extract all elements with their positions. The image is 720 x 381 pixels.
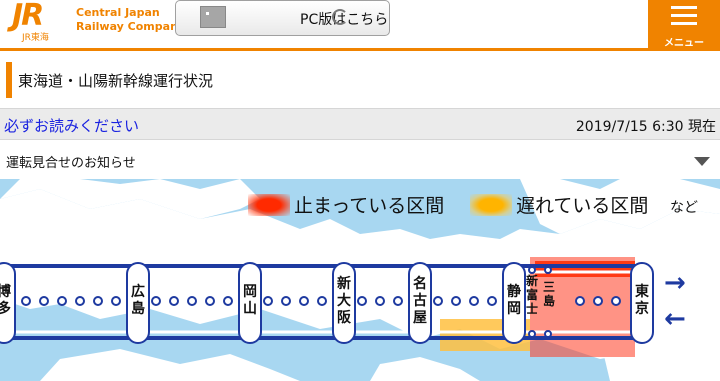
page-title-text: 東海道・山陽新幹線運行状況 xyxy=(18,72,214,90)
company-name: Central Japan Railway Company xyxy=(76,6,185,34)
station-label-shizuoka: 静岡 xyxy=(507,284,521,317)
read-first-link[interactable]: 必ずお読みください xyxy=(4,115,139,136)
delayed-legend-swatch xyxy=(470,194,512,216)
section-title: 運転見合せのお知らせ xyxy=(6,156,136,171)
station-shin-fuji[interactable]: 新富士 xyxy=(523,268,541,338)
outbound-arrow-icon: → xyxy=(664,268,686,298)
station-nagoya[interactable]: 名古屋 xyxy=(408,262,432,344)
company-name-line2: Railway Company xyxy=(76,20,186,33)
station-tokyo[interactable]: 東京 xyxy=(630,262,654,344)
station-hakata[interactable]: 博多 xyxy=(0,262,16,344)
station-label-tokyo: 東京 xyxy=(635,284,649,317)
station-mishima[interactable]: 三島 xyxy=(540,268,558,338)
chevron-down-icon[interactable] xyxy=(694,157,710,166)
title-accent-bar xyxy=(6,62,12,98)
hamburger-icon-bar xyxy=(671,14,697,17)
page-title: 東海道・山陽新幹線運行状況 xyxy=(0,62,720,98)
station-label-nagoya: 名古屋 xyxy=(413,276,427,326)
station-label-shin-osaka: 新大阪 xyxy=(337,276,351,326)
stopped-legend-swatch xyxy=(248,194,290,216)
delayed-legend-label: 遅れている区間 xyxy=(516,195,649,217)
header-divider xyxy=(0,48,720,51)
stopped-legend-label: 止まっている区間 xyxy=(294,195,445,217)
menu-button[interactable]: メニュー xyxy=(648,0,720,51)
pc-version-button[interactable]: PC版はこちら xyxy=(175,0,390,36)
station-label-hiroshima: 広島 xyxy=(131,284,145,317)
menu-label: メニュー xyxy=(664,38,704,49)
logo-subtext: JR東海 xyxy=(22,33,49,43)
station-label-mishima: 三島 xyxy=(542,280,555,308)
station-hiroshima[interactable]: 広島 xyxy=(126,262,150,344)
loading-spinner-icon xyxy=(332,9,348,25)
site-header: JR JR東海 Central Japan Railway Company PC… xyxy=(0,0,720,51)
jr-central-logo[interactable]: JR JR東海 xyxy=(10,0,60,43)
station-label-okayama: 岡山 xyxy=(243,284,257,317)
pc-icon xyxy=(200,6,226,28)
station-shin-osaka[interactable]: 新大阪 xyxy=(332,262,356,344)
notice-bar: 必ずお読みください 2019/7/15 6:30 現在 xyxy=(0,108,720,140)
hamburger-icon-bar xyxy=(671,22,697,25)
suspension-notice-header[interactable]: 運転見合せのお知らせ xyxy=(0,143,720,179)
status-timestamp: 2019/7/15 6:30 現在 xyxy=(575,119,716,135)
station-okayama[interactable]: 岡山 xyxy=(238,262,262,344)
station-label-shin-fuji: 新富士 xyxy=(525,274,538,316)
hamburger-icon xyxy=(671,6,697,9)
logo-mark: JR xyxy=(12,0,44,33)
legend-etc: など xyxy=(670,200,698,216)
inbound-arrow-icon: ← xyxy=(664,304,686,334)
company-name-line1: Central Japan xyxy=(76,6,160,19)
station-label-hakata: 博多 xyxy=(0,284,11,317)
